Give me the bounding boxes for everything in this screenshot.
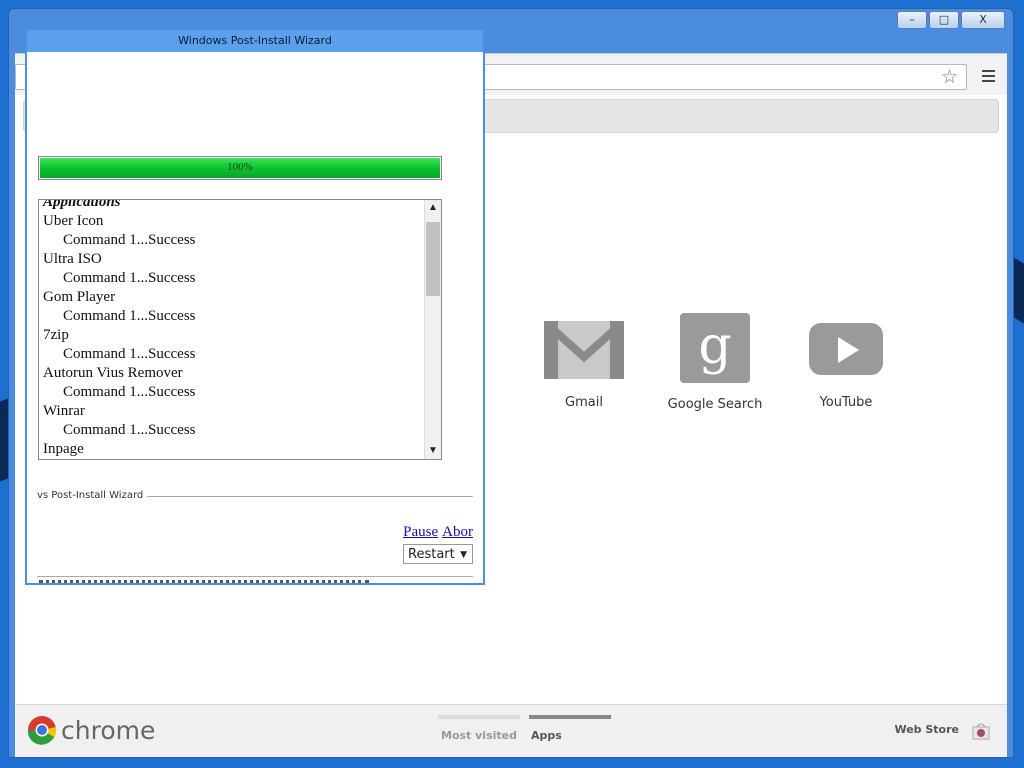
desktop-stripe <box>0 398 8 482</box>
youtube-icon <box>809 321 883 381</box>
result-app-name: Ultra ISO <box>43 251 102 267</box>
web-store-icon[interactable] <box>971 721 991 745</box>
progress-bar: 100% <box>38 156 442 180</box>
app-label: Google Search <box>667 397 763 412</box>
google-search-icon: g <box>680 313 750 383</box>
result-app-name: Uber Icon <box>43 213 104 229</box>
restart-select[interactable]: Restart ▼ <box>403 544 473 564</box>
dialog-title[interactable]: Windows Post-Install Wizard <box>27 30 483 52</box>
scroll-down-icon[interactable]: ▼ <box>425 443 441 459</box>
post-install-wizard-dialog: Windows Post-Install Wizard 100% Applica… <box>25 28 485 585</box>
results-header: Applications <box>43 199 121 210</box>
bottom-divider <box>37 576 473 577</box>
window-controls: – □ X <box>897 11 1005 29</box>
abort-link[interactable]: Abor <box>442 524 473 540</box>
app-tile-gmail[interactable]: Gmail <box>529 319 639 410</box>
action-links: Pause Abor <box>399 524 473 541</box>
close-button[interactable]: X <box>961 11 1005 29</box>
chevron-down-icon: ▼ <box>460 550 467 560</box>
result-status: Command 1...Success <box>63 308 196 324</box>
gmail-icon <box>544 319 624 381</box>
result-status: Command 1...Success <box>63 422 196 438</box>
clipped-text <box>39 580 369 586</box>
result-status: Command 1...Success <box>63 384 196 400</box>
svg-text:g: g <box>698 316 731 376</box>
result-status: Command 1...Success <box>63 346 196 362</box>
result-status: Command 1...Success <box>63 232 196 248</box>
result-app-name: Inpage <box>43 441 84 457</box>
ntp-footer: chrome Most visited Apps Web Store <box>15 704 1007 757</box>
result-app-name: 7zip <box>43 327 69 343</box>
scroll-thumb[interactable] <box>426 222 440 296</box>
menu-icon[interactable] <box>982 70 995 85</box>
bookmark-star-icon[interactable]: ☆ <box>941 66 958 88</box>
tab-apps[interactable]: Apps <box>529 715 611 742</box>
tab-indicator <box>438 715 520 719</box>
tab-label: Apps <box>531 729 562 742</box>
chrome-wordmark: chrome <box>61 715 156 745</box>
scroll-up-icon[interactable]: ▲ <box>425 200 441 216</box>
app-tile-youtube[interactable]: YouTube <box>791 321 901 410</box>
result-status: Command 1...Success <box>63 270 196 286</box>
result-app-name: Gom Player <box>43 289 116 305</box>
tab-label: Most visited <box>441 729 517 742</box>
web-store-link[interactable]: Web Store <box>894 723 959 736</box>
tab-most-visited[interactable]: Most visited <box>438 715 520 742</box>
minimize-button[interactable]: – <box>897 11 927 29</box>
app-label: Gmail <box>565 395 603 410</box>
results-content: Applications Uber Icon Command 1...Succes… <box>43 199 423 459</box>
results-list[interactable]: Applications Uber Icon Command 1...Succes… <box>38 199 442 460</box>
maximize-button[interactable]: □ <box>929 11 959 29</box>
section-label: vs Post-Install Wizard <box>37 490 148 501</box>
pause-link[interactable]: Pause <box>403 524 438 540</box>
tab-indicator <box>529 715 611 719</box>
result-app-name: Winrar <box>43 403 85 419</box>
chrome-logo-icon <box>27 716 57 745</box>
restart-selected-value: Restart <box>408 547 455 562</box>
progress-label: 100% <box>227 161 253 173</box>
chrome-brand: chrome <box>27 715 155 745</box>
app-tile-google-search[interactable]: g Google Search <box>660 313 770 412</box>
scrollbar[interactable]: ▲ ▼ <box>424 200 441 459</box>
result-app-name: Autorun Vius Remover <box>43 365 183 381</box>
app-label: YouTube <box>819 395 873 410</box>
